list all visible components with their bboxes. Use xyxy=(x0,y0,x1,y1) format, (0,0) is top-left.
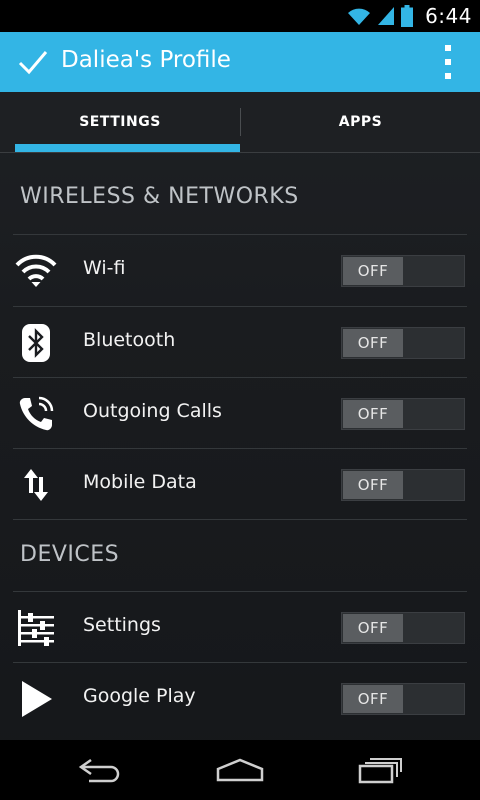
toggle-state: OFF xyxy=(343,329,403,357)
google-play-toggle[interactable]: OFF xyxy=(341,683,465,715)
page-title: Daliea's Profile xyxy=(61,47,231,73)
status-time: 6:44 xyxy=(425,4,472,28)
bluetooth-toggle[interactable]: OFF xyxy=(341,327,465,359)
toggle-state: OFF xyxy=(343,400,403,428)
status-bar: 6:44 xyxy=(0,0,480,32)
sliders-icon xyxy=(14,606,58,650)
setting-row-outgoing-calls[interactable]: Outgoing Calls OFF xyxy=(0,378,480,449)
wifi-icon xyxy=(14,249,58,293)
settings-toggle[interactable]: OFF xyxy=(341,612,465,644)
setting-label: Bluetooth xyxy=(83,329,176,351)
battery-icon xyxy=(401,5,414,27)
tab-apps[interactable]: APPS xyxy=(241,92,480,152)
toggle-state: OFF xyxy=(343,685,403,713)
tab-indicator xyxy=(15,144,240,152)
setting-label: Mobile Data xyxy=(83,471,197,493)
mobile-data-icon xyxy=(14,463,58,507)
setting-label: Outgoing Calls xyxy=(83,400,222,422)
back-icon[interactable] xyxy=(70,752,130,788)
recent-apps-icon[interactable] xyxy=(350,752,410,788)
toggle-state: OFF xyxy=(343,471,403,499)
divider xyxy=(13,519,467,520)
play-icon xyxy=(14,677,58,721)
tab-bar: SETTINGS APPS xyxy=(0,92,480,153)
setting-label: Settings xyxy=(83,614,161,636)
setting-label: Wi-fi xyxy=(83,257,126,279)
setting-label: Google Play xyxy=(83,685,196,707)
home-icon[interactable] xyxy=(210,752,270,788)
setting-row-settings[interactable]: Settings OFF xyxy=(0,592,480,663)
setting-row-bluetooth[interactable]: Bluetooth OFF xyxy=(0,307,480,378)
outgoing-calls-toggle[interactable]: OFF xyxy=(341,398,465,430)
setting-row-google-play[interactable]: Google Play OFF xyxy=(0,663,480,734)
action-bar: Daliea's Profile xyxy=(0,32,480,92)
setting-row-mobile-data[interactable]: Mobile Data OFF xyxy=(0,449,480,520)
section-header-devices: DEVICES xyxy=(20,542,120,567)
check-icon[interactable] xyxy=(18,49,48,75)
signal-icon xyxy=(378,7,395,25)
toggle-state: OFF xyxy=(343,257,403,285)
setting-row-wifi[interactable]: Wi-fi OFF xyxy=(0,235,480,306)
wifi-toggle[interactable]: OFF xyxy=(341,255,465,287)
overflow-menu-icon[interactable] xyxy=(442,45,454,79)
wifi-icon xyxy=(348,8,371,25)
nav-bar xyxy=(0,740,480,800)
screen: 6:44 Daliea's Profile SETTINGS APPS WIRE… xyxy=(0,0,480,800)
mobile-data-toggle[interactable]: OFF xyxy=(341,469,465,501)
tab-settings[interactable]: SETTINGS xyxy=(0,92,240,152)
toggle-state: OFF xyxy=(343,614,403,642)
section-header-wireless: WIRELESS & NETWORKS xyxy=(20,184,299,209)
bluetooth-icon xyxy=(14,321,58,365)
phone-call-icon xyxy=(14,392,58,436)
